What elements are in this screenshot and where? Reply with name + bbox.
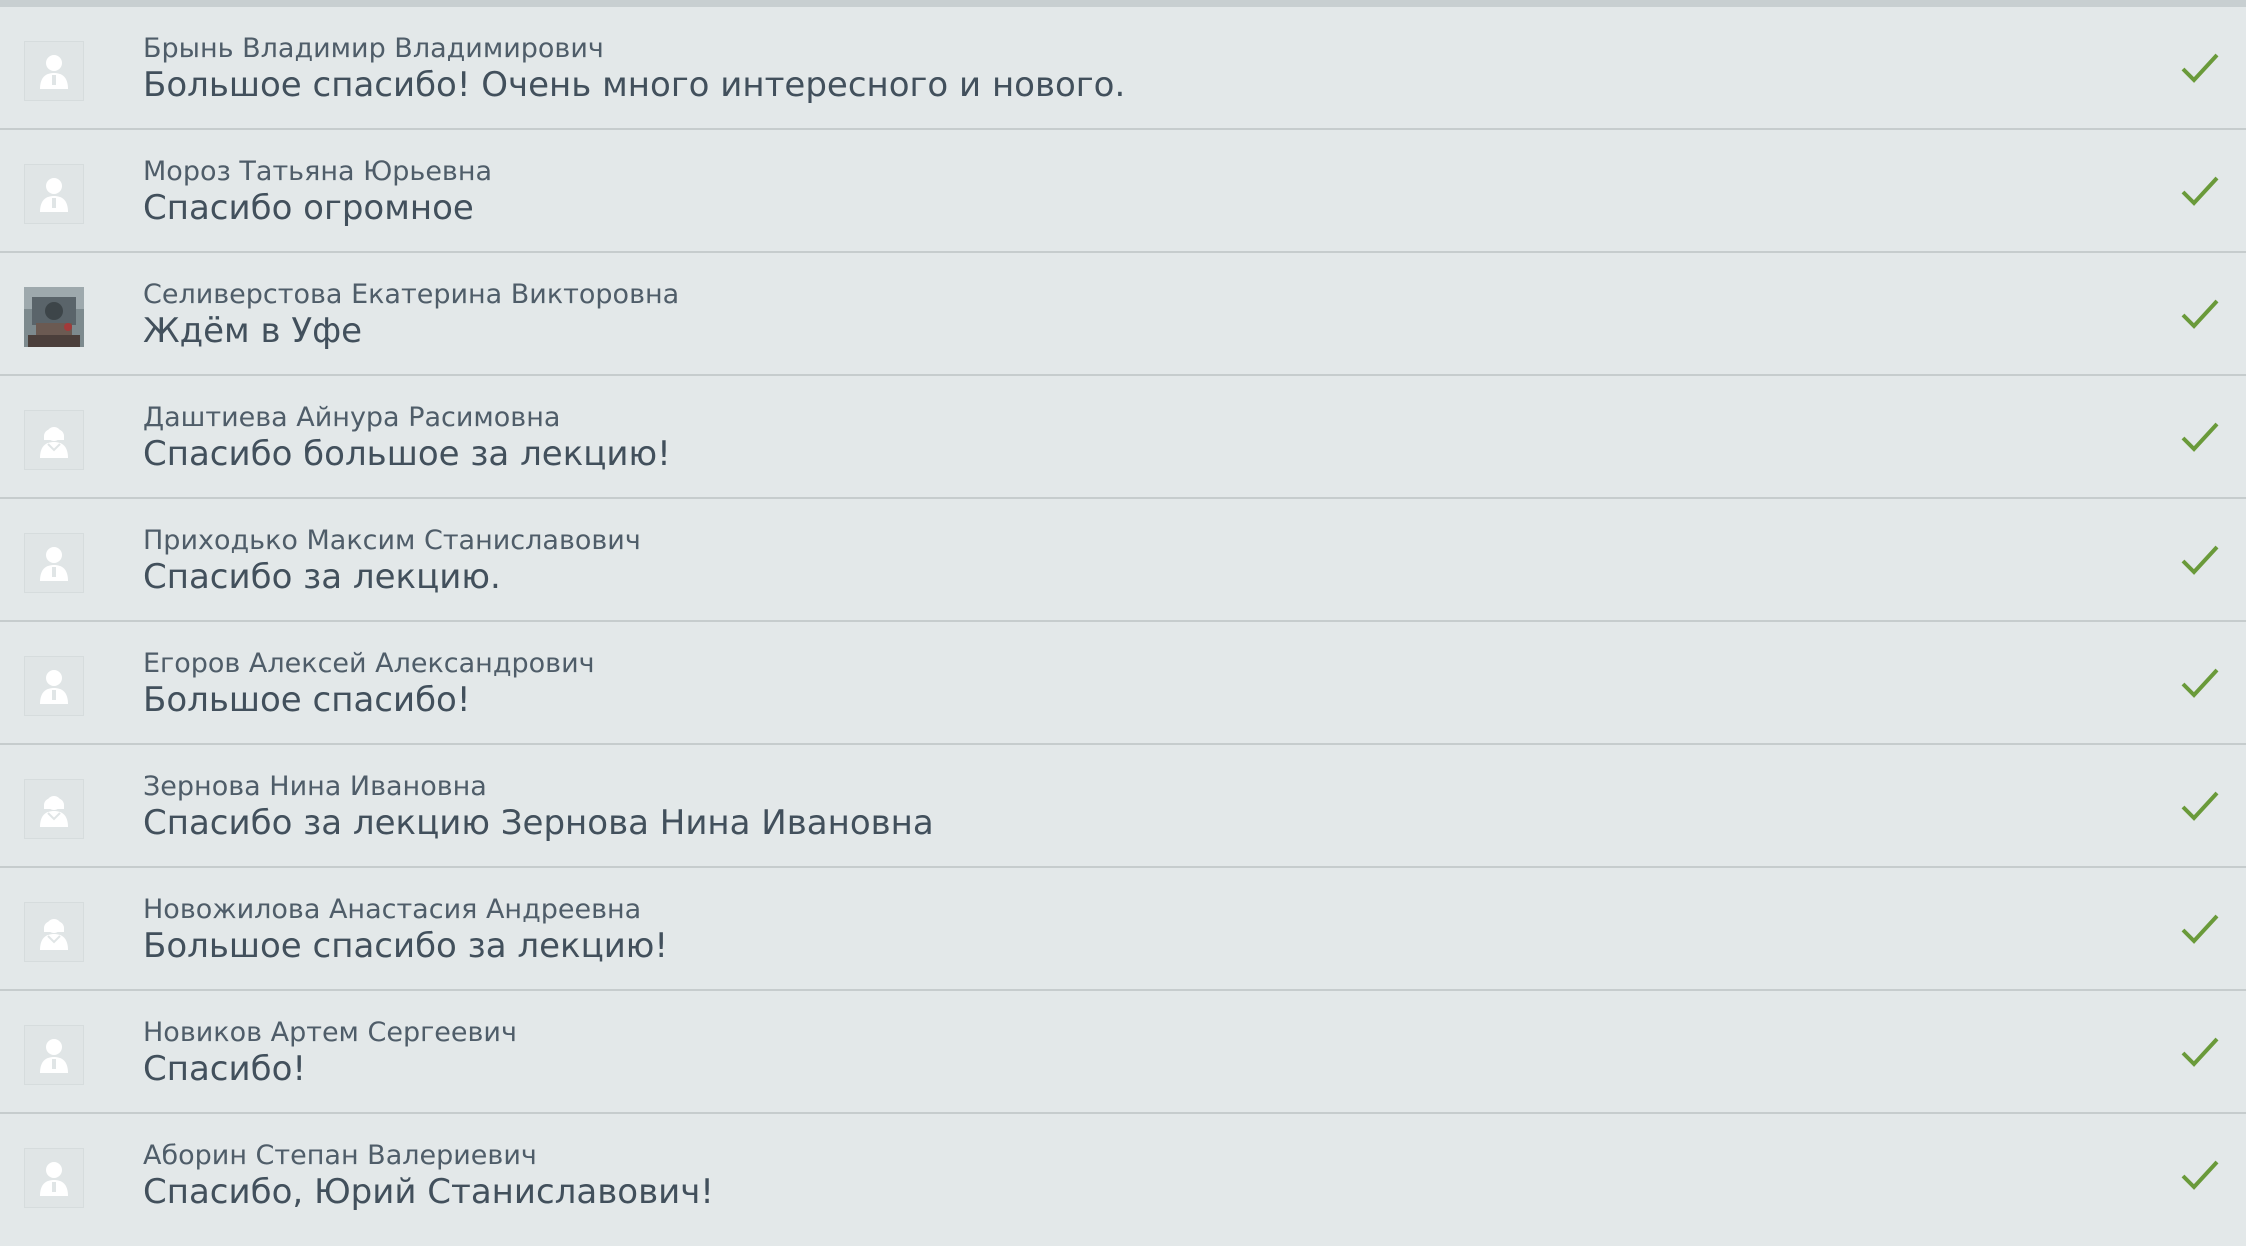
- comment-author: Егоров Алексей Александрович: [143, 648, 595, 679]
- comment-author: Зернова Нина Ивановна: [143, 771, 487, 802]
- comment-text: Спасибо!: [143, 1049, 306, 1089]
- comment-text: Спасибо большое за лекцию!: [143, 434, 671, 474]
- comment-text: Большое спасибо за лекцию!: [143, 926, 669, 966]
- check-icon[interactable]: [2180, 51, 2220, 85]
- user-photo: [24, 287, 84, 347]
- comment-author: Приходько Максим Станиславович: [143, 525, 641, 556]
- female-placeholder-icon: [24, 902, 84, 962]
- comment-author: Даштиева Айнура Расимовна: [143, 402, 561, 433]
- comment-row: Селиверстова Екатерина Викторовна Ждём в…: [0, 253, 2246, 376]
- top-divider: [0, 0, 2246, 7]
- comment-text: Спасибо огромное: [143, 188, 474, 228]
- comment-text: Большое спасибо! Очень много интересного…: [143, 65, 1126, 105]
- check-icon[interactable]: [2180, 912, 2220, 946]
- comment-row: Новожилова Анастасия Андреевна Большое с…: [0, 868, 2246, 991]
- comment-author: Новиков Артем Сергеевич: [143, 1017, 517, 1048]
- comment-list: Брынь Владимир Владимирович Большое спас…: [0, 7, 2246, 1237]
- comment-text: Спасибо за лекцию Зернова Нина Ивановна: [143, 803, 934, 843]
- female-placeholder-icon: [24, 779, 84, 839]
- male-placeholder-icon: [24, 533, 84, 593]
- comment-row: Егоров Алексей Александрович Большое спа…: [0, 622, 2246, 745]
- check-icon[interactable]: [2180, 789, 2220, 823]
- check-icon[interactable]: [2180, 1035, 2220, 1069]
- check-icon[interactable]: [2180, 297, 2220, 331]
- comment-text: Ждём в Уфе: [143, 311, 363, 351]
- male-placeholder-icon: [24, 1148, 84, 1208]
- check-icon[interactable]: [2180, 420, 2220, 454]
- male-placeholder-icon: [24, 656, 84, 716]
- male-placeholder-icon: [24, 1025, 84, 1085]
- check-icon[interactable]: [2180, 1158, 2220, 1192]
- comment-author: Мороз Татьяна Юрьевна: [143, 156, 493, 187]
- comment-author: Брынь Владимир Владимирович: [143, 33, 604, 64]
- comment-row: Приходько Максим Станиславович Спасибо з…: [0, 499, 2246, 622]
- comment-row: Мороз Татьяна Юрьевна Спасибо огромное: [0, 130, 2246, 253]
- comment-row: Даштиева Айнура Расимовна Спасибо большо…: [0, 376, 2246, 499]
- comment-row: Аборин Степан Валериевич Спасибо, Юрий С…: [0, 1114, 2246, 1237]
- check-icon[interactable]: [2180, 666, 2220, 700]
- comment-author: Аборин Степан Валериевич: [143, 1140, 537, 1171]
- comment-author: Новожилова Анастасия Андреевна: [143, 894, 642, 925]
- comment-row: Новиков Артем Сергеевич Спасибо!: [0, 991, 2246, 1114]
- check-icon[interactable]: [2180, 543, 2220, 577]
- comment-text: Спасибо за лекцию.: [143, 557, 501, 597]
- comment-text: Большое спасибо!: [143, 680, 471, 720]
- female-placeholder-icon: [24, 410, 84, 470]
- male-placeholder-icon: [24, 41, 84, 101]
- comment-author: Селиверстова Екатерина Викторовна: [143, 279, 680, 310]
- comment-text: Спасибо, Юрий Станиславович!: [143, 1172, 714, 1212]
- comment-row: Брынь Владимир Владимирович Большое спас…: [0, 7, 2246, 130]
- check-icon[interactable]: [2180, 174, 2220, 208]
- comment-row: Зернова Нина Ивановна Спасибо за лекцию …: [0, 745, 2246, 868]
- male-placeholder-icon: [24, 164, 84, 224]
